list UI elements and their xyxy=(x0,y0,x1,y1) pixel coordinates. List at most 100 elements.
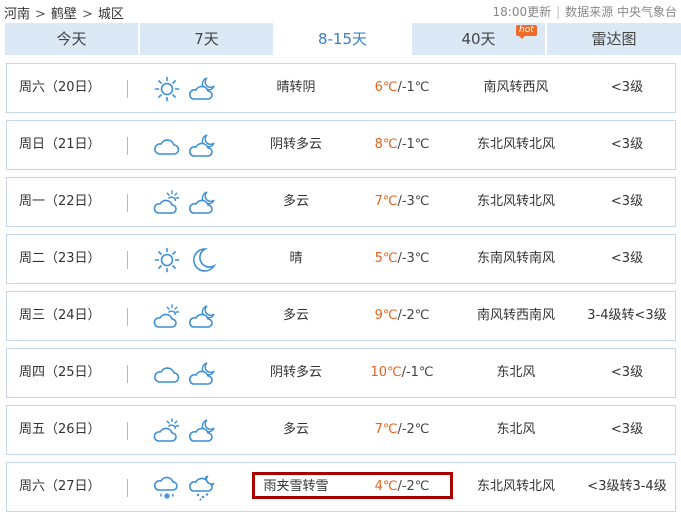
cloud-moon-icon xyxy=(189,189,217,217)
breadcrumb-province[interactable]: 河南 xyxy=(4,7,30,22)
low-temp: /-2℃ xyxy=(397,422,430,437)
wind-level: <3级 xyxy=(610,422,644,437)
highlight-box xyxy=(252,472,453,499)
sun-cloud-icon xyxy=(153,303,181,331)
forecast-row: 周四（25日） 阴转多云 10℃/-1℃ 东北风 <3级 xyxy=(6,348,676,398)
high-temp: 10℃ xyxy=(370,365,402,380)
low-temp: /-1℃ xyxy=(397,137,430,152)
weather-text: 多云 xyxy=(282,308,309,323)
weather-text: 多云 xyxy=(282,194,309,209)
temperature: 10℃/-1℃ xyxy=(357,349,447,397)
breadcrumb-separator: > xyxy=(35,7,46,22)
wind-direction: 东北风 xyxy=(496,365,536,380)
tab-today[interactable]: 今天 xyxy=(5,23,138,55)
forecast-day: 周五（26日） xyxy=(19,422,101,437)
low-temp: /-3℃ xyxy=(397,251,430,266)
moon-icon xyxy=(189,246,217,274)
row-divider xyxy=(127,365,128,383)
high-temp: 7℃ xyxy=(374,194,398,209)
wind-direction: 东北风转北风 xyxy=(476,194,555,209)
weather-text: 阴转多云 xyxy=(269,365,322,380)
forecast-day: 周二（23日） xyxy=(19,251,101,266)
wind-level: <3级转3-4级 xyxy=(587,479,667,494)
forecast-day: 周六（27日） xyxy=(19,479,101,494)
high-temp: 7℃ xyxy=(374,422,398,437)
low-temp: /-3℃ xyxy=(397,194,430,209)
weather-text: 晴 xyxy=(289,251,303,266)
wind-level: 3-4级转<3级 xyxy=(587,308,667,323)
temperature: 9℃/-2℃ xyxy=(357,292,447,340)
breadcrumb-city[interactable]: 鹤壁 xyxy=(51,7,77,22)
high-temp: 8℃ xyxy=(374,137,398,152)
wind-direction: 南风转西南风 xyxy=(476,308,555,323)
update-time: 18:00更新 xyxy=(492,5,552,19)
low-temp: /-2℃ xyxy=(397,308,430,323)
forecast-row: 周三（24日） 多云 9℃/-2℃ 南风转西南风 3-4级转<3级 xyxy=(6,291,676,341)
forecast-row: 周日（21日） 阴转多云 8℃/-1℃ 东北风转北风 <3级 xyxy=(6,120,676,170)
temperature: 6℃/-1℃ xyxy=(357,64,447,112)
snow-moon-icon xyxy=(189,474,217,502)
cloud-moon-icon xyxy=(189,360,217,388)
sun-icon xyxy=(153,75,181,103)
tab-label: 今天 xyxy=(56,30,87,48)
sleet-icon xyxy=(153,474,181,502)
cloud-moon-icon xyxy=(189,303,217,331)
wind-direction: 东北风转北风 xyxy=(476,137,555,152)
wind-level: <3级 xyxy=(610,251,644,266)
breadcrumb: 河南 > 鹤壁 > 城区 xyxy=(4,3,124,22)
row-divider xyxy=(127,194,128,212)
row-divider xyxy=(127,308,128,326)
meta-divider: | xyxy=(556,5,561,19)
forecast-row: 周二（23日） 晴 5℃/-3℃ 东南风转南风 <3级 xyxy=(6,234,676,284)
hot-badge: hot xyxy=(516,25,537,39)
top-bar: 河南 > 鹤壁 > 城区 18:00更新 | 数据来源 中央气象台 xyxy=(0,0,681,22)
wind-direction: 东北风 xyxy=(496,422,536,437)
tab-40-days[interactable]: 40天 hot xyxy=(412,23,545,55)
cloud-moon-icon xyxy=(189,417,217,445)
forecast-day: 周四（25日） xyxy=(19,365,101,380)
forecast-day: 周一（22日） xyxy=(19,194,101,209)
high-temp: 5℃ xyxy=(374,251,398,266)
cloud-icon xyxy=(153,132,181,160)
breadcrumb-district[interactable]: 城区 xyxy=(98,7,124,22)
weather-text: 阴转多云 xyxy=(269,137,322,152)
low-temp: /-1℃ xyxy=(397,80,430,95)
sun-cloud-icon xyxy=(153,189,181,217)
temperature: 7℃/-3℃ xyxy=(357,178,447,226)
breadcrumb-separator: > xyxy=(81,7,93,22)
tab-label: 7天 xyxy=(194,30,219,48)
row-divider xyxy=(127,479,128,497)
forecast-day: 周六（20日） xyxy=(19,80,101,95)
sun-icon xyxy=(153,246,181,274)
forecast-row: 周六（20日） 晴转阴 6℃/-1℃ 南风转西风 <3级 xyxy=(6,63,676,113)
wind-level: <3级 xyxy=(610,365,644,380)
tab-8-15-days[interactable]: 8-15天 xyxy=(275,23,410,55)
wind-level: <3级 xyxy=(610,80,644,95)
row-divider xyxy=(127,137,128,155)
row-divider xyxy=(127,251,128,269)
temperature: 8℃/-1℃ xyxy=(357,121,447,169)
temperature: 5℃/-3℃ xyxy=(357,235,447,283)
weather-text: 多云 xyxy=(282,422,309,437)
wind-direction: 东南风转南风 xyxy=(476,251,555,266)
low-temp: /-1℃ xyxy=(401,365,434,380)
wind-level: <3级 xyxy=(610,137,644,152)
cloud-icon xyxy=(153,360,181,388)
wind-direction: 南风转西风 xyxy=(483,80,549,95)
forecast-row: 周五（26日） 多云 7℃/-2℃ 东北风 <3级 xyxy=(6,405,676,455)
forecast-day: 周三（24日） xyxy=(19,308,101,323)
tab-label: 40天 xyxy=(461,30,496,48)
sun-cloud-icon xyxy=(153,417,181,445)
tab-radar[interactable]: 雷达图 xyxy=(547,23,681,55)
temperature: 7℃/-2℃ xyxy=(357,406,447,454)
forecast-day: 周日（21日） xyxy=(19,137,101,152)
cloud-moon-icon xyxy=(189,132,217,160)
wind-direction: 东北风转北风 xyxy=(476,479,555,494)
cloud-moon-icon xyxy=(189,75,217,103)
tab-7-days[interactable]: 7天 xyxy=(140,23,273,55)
update-meta: 18:00更新 | 数据来源 中央气象台 xyxy=(493,3,677,20)
row-divider xyxy=(127,80,128,98)
high-temp: 6℃ xyxy=(374,80,398,95)
forecast-tabs: 今天 7天 8-15天 40天 hot 雷达图 xyxy=(5,23,681,55)
data-source: 数据来源 中央气象台 xyxy=(565,5,677,19)
